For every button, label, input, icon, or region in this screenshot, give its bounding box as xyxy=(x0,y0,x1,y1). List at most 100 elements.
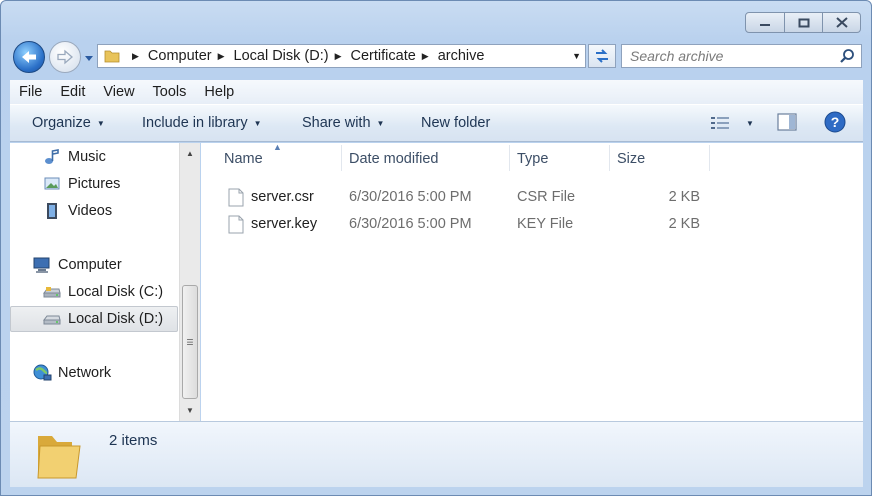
menu-file[interactable]: File xyxy=(10,84,51,100)
network-icon xyxy=(32,364,52,382)
command-bar: Organize ▼ Include in library ▼ Share wi… xyxy=(10,104,863,142)
help-icon: ? xyxy=(824,111,846,132)
menu-edit[interactable]: Edit xyxy=(51,84,94,100)
column-header-name[interactable]: ▲ Name xyxy=(201,142,341,175)
change-view-button[interactable]: ▼ xyxy=(710,115,754,131)
chevron-down-icon: ▼ xyxy=(376,118,385,128)
maximize-button[interactable] xyxy=(785,12,823,33)
file-date-modified: 6/30/2016 5:00 PM xyxy=(349,216,472,232)
drive-icon xyxy=(42,283,62,301)
include-in-library-button[interactable]: Include in library ▼ xyxy=(142,115,262,131)
column-header-size[interactable]: Size xyxy=(594,143,709,175)
organize-label: Organize xyxy=(32,115,91,131)
nav-item-label: Music xyxy=(68,149,106,165)
search-icon[interactable] xyxy=(839,48,855,64)
search-box[interactable] xyxy=(621,44,862,68)
column-header-label: Name xyxy=(224,151,263,167)
menu-help[interactable]: Help xyxy=(195,84,243,100)
nav-item-label: Computer xyxy=(58,257,122,273)
recent-pages-button[interactable] xyxy=(83,51,95,63)
nav-item-computer[interactable]: Computer xyxy=(32,253,122,277)
nav-item-music[interactable]: Music xyxy=(42,145,106,169)
chevron-down-icon[interactable]: ▼ xyxy=(746,119,754,128)
file-row-server-key[interactable]: server.key 6/30/2016 5:00 PM KEY File 2 … xyxy=(223,212,707,236)
scrollbar-thumb[interactable]: ☰ xyxy=(182,285,198,399)
address-bar[interactable]: ▶ Computer ▶ Local Disk (D:) ▶ Certifica… xyxy=(97,44,586,68)
file-icon xyxy=(228,215,244,234)
include-in-library-label: Include in library xyxy=(142,115,248,131)
svg-text:?: ? xyxy=(831,114,840,130)
details-pane: 2 items xyxy=(10,421,863,487)
file-size: 2 KB xyxy=(668,216,700,232)
breadcrumb-arrow-icon[interactable]: ▶ xyxy=(218,51,225,62)
file-type: KEY File xyxy=(517,216,574,232)
organize-button[interactable]: Organize ▼ xyxy=(32,115,105,131)
close-icon xyxy=(835,17,848,28)
new-folder-button[interactable]: New folder xyxy=(421,115,490,131)
nav-item-videos[interactable]: Videos xyxy=(42,199,112,223)
folder-icon xyxy=(37,436,81,479)
nav-item-label: Local Disk (C:) xyxy=(68,284,164,300)
sort-ascending-icon: ▲ xyxy=(273,142,282,152)
minimize-button[interactable] xyxy=(745,12,785,33)
computer-icon xyxy=(32,256,52,274)
column-header-label: Type xyxy=(517,151,549,167)
chevron-down-icon: ▼ xyxy=(96,118,105,128)
folder-icon xyxy=(104,50,120,63)
maximize-icon xyxy=(798,18,809,27)
drive-icon xyxy=(42,310,62,328)
breadcrumb-arrow-icon[interactable]: ▶ xyxy=(132,51,139,62)
navigation-pane: Music Pictures Videos Computer Local Dis… xyxy=(10,143,179,421)
breadcrumb: ▶ Computer ▶ Local Disk (D:) ▶ Certifica… xyxy=(126,48,484,64)
breadcrumb-archive[interactable]: archive xyxy=(438,48,485,64)
nav-item-network[interactable]: Network xyxy=(32,361,111,385)
column-header-type[interactable]: Type xyxy=(494,143,609,175)
file-name: server.csr xyxy=(251,189,314,205)
pictures-icon xyxy=(42,175,62,193)
breadcrumb-arrow-icon[interactable]: ▶ xyxy=(422,51,429,62)
breadcrumb-local-disk-d[interactable]: Local Disk (D:) xyxy=(234,48,329,64)
file-date-modified: 6/30/2016 5:00 PM xyxy=(349,189,472,205)
file-list: ▲ Name Date modified Type Size server.cs… xyxy=(201,142,863,421)
back-arrow-icon xyxy=(22,51,36,63)
preview-pane-button[interactable] xyxy=(777,112,797,134)
chevron-down-icon: ▼ xyxy=(253,118,262,128)
forward-button[interactable] xyxy=(49,41,81,73)
nav-item-label: Videos xyxy=(68,203,113,219)
videos-icon xyxy=(42,202,62,220)
breadcrumb-computer[interactable]: Computer xyxy=(148,48,212,64)
help-button[interactable]: ? xyxy=(824,111,846,136)
back-button[interactable] xyxy=(13,41,45,73)
refresh-button[interactable] xyxy=(588,44,616,68)
column-header-label: Date modified xyxy=(349,151,439,167)
file-icon xyxy=(228,188,244,207)
refresh-icon xyxy=(596,49,608,63)
breadcrumb-arrow-icon[interactable]: ▶ xyxy=(335,51,342,62)
nav-item-pictures[interactable]: Pictures xyxy=(42,172,120,196)
menu-view[interactable]: View xyxy=(94,84,143,100)
nav-item-local-disk-d[interactable]: Local Disk (D:) xyxy=(10,306,178,332)
close-button[interactable] xyxy=(823,12,861,33)
column-divider[interactable] xyxy=(709,145,710,171)
nav-item-local-disk-c[interactable]: Local Disk (C:) xyxy=(42,280,163,304)
address-dropdown-icon[interactable]: ▼ xyxy=(572,51,581,61)
item-count: 2 items xyxy=(109,432,158,449)
navigation-scrollbar[interactable]: ▲ ☰ ▼ xyxy=(179,143,200,421)
preview-pane-icon xyxy=(777,112,797,131)
scroll-up-icon[interactable]: ▲ xyxy=(180,145,200,162)
menu-bar: File Edit View Tools Help xyxy=(10,80,863,104)
breadcrumb-certificate[interactable]: Certificate xyxy=(351,48,416,64)
column-header-date[interactable]: Date modified xyxy=(326,143,510,175)
music-icon xyxy=(42,148,62,166)
minimize-icon xyxy=(760,23,770,26)
nav-item-label: Local Disk (D:) xyxy=(68,311,164,327)
scroll-down-icon[interactable]: ▼ xyxy=(180,402,200,419)
window-controls xyxy=(745,12,861,33)
menu-tools[interactable]: Tools xyxy=(144,84,196,100)
share-with-button[interactable]: Share with ▼ xyxy=(302,115,384,131)
search-input[interactable] xyxy=(630,48,830,64)
file-row-server-csr[interactable]: server.csr 6/30/2016 5:00 PM CSR File 2 … xyxy=(223,185,707,209)
nav-item-label: Network xyxy=(58,365,112,381)
column-header-label: Size xyxy=(617,151,646,167)
new-folder-label: New folder xyxy=(421,115,491,131)
